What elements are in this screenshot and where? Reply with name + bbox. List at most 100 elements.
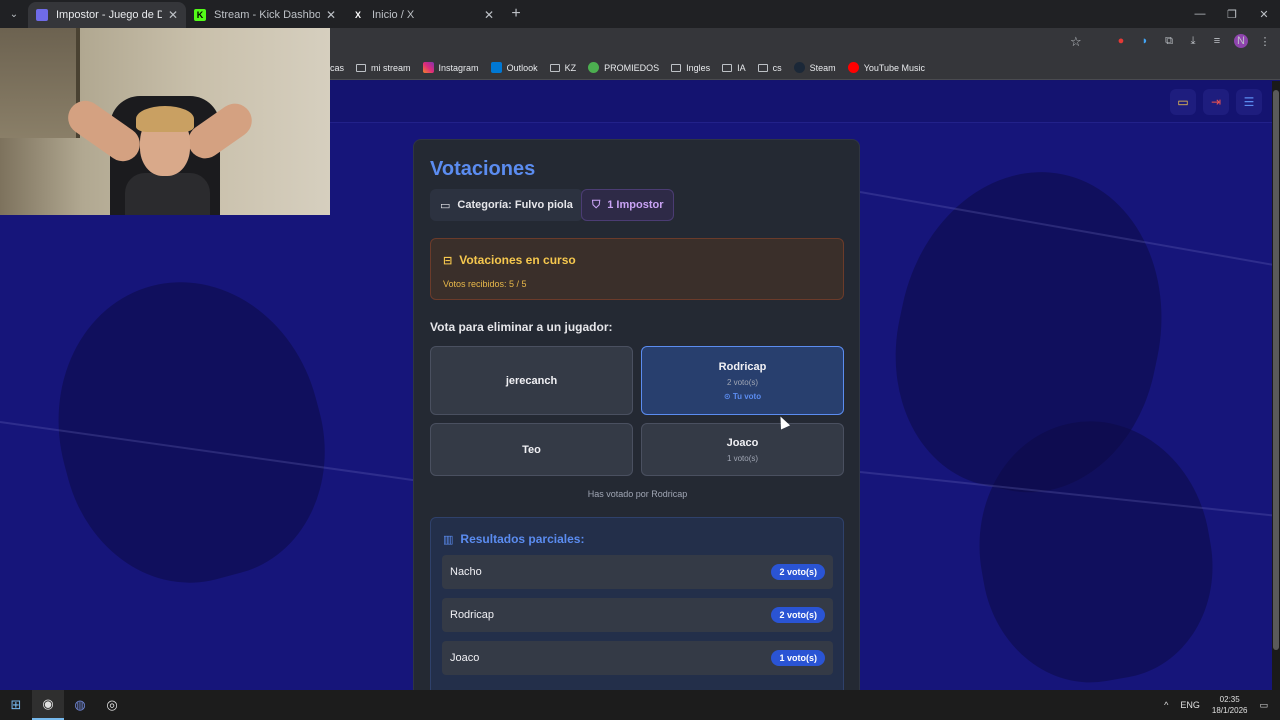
bookmark-folder-ia[interactable]: IA bbox=[722, 63, 746, 73]
minimize-icon[interactable]: — bbox=[1184, 8, 1216, 21]
new-tab-plus-icon[interactable]: + bbox=[502, 5, 530, 23]
discord-taskbar-icon[interactable]: ◍ bbox=[64, 690, 96, 720]
tab-label: Impostor - Juego de Deducción bbox=[56, 9, 162, 21]
folder-icon bbox=[722, 63, 733, 72]
scrollbar-thumb[interactable] bbox=[1273, 90, 1279, 650]
outlook-icon bbox=[490, 62, 502, 73]
chrome-taskbar-icon[interactable]: ◉ bbox=[32, 690, 64, 720]
player-name: Teo bbox=[522, 443, 541, 456]
player-card-teo[interactable]: Teo bbox=[430, 423, 633, 476]
windows-start-icon[interactable]: ⊞ bbox=[0, 690, 32, 720]
impostor-count-chip: ⛉ 1 Impostor bbox=[581, 189, 675, 221]
tab-label: Inicio / X bbox=[372, 9, 415, 21]
check-circle-icon: ⊙ bbox=[723, 391, 733, 401]
player-name: Joaco bbox=[726, 436, 759, 449]
tab-impostor[interactable]: Impostor - Juego de Deducción ✕ bbox=[28, 2, 186, 28]
notifications-icon[interactable]: ▭ bbox=[1259, 700, 1268, 711]
impostor-favicon-icon bbox=[36, 9, 48, 21]
player-card-jerecanch[interactable]: jerecanch bbox=[430, 346, 633, 415]
bar-chart-icon: ▥ bbox=[443, 533, 454, 546]
cast-icon[interactable]: ▭ bbox=[1170, 89, 1196, 115]
tab-search-chevron-icon[interactable]: ⌄ bbox=[0, 0, 28, 28]
bookmark-folder-kz[interactable]: KZ bbox=[549, 63, 576, 73]
tray-chevron-icon[interactable]: ^ bbox=[1164, 700, 1168, 710]
result-player-name: Nacho bbox=[450, 566, 482, 578]
result-vote-badge: 2 voto(s) bbox=[771, 564, 825, 580]
alert-title: ⊟ Votaciones en curso bbox=[443, 253, 576, 267]
folder-icon bbox=[757, 63, 768, 72]
player-votes: 1 voto(s) bbox=[726, 453, 759, 463]
bookmark-folder-mi-stream[interactable]: mi stream bbox=[356, 63, 411, 73]
result-row: Joaco 1 voto(s) bbox=[442, 641, 833, 675]
result-player-name: Rodricap bbox=[450, 609, 495, 621]
download-icon[interactable]: ⤓ bbox=[1186, 34, 1200, 48]
kick-favicon-icon: K bbox=[194, 9, 206, 21]
bookmark-promiedos[interactable]: PROMIEDOS bbox=[588, 62, 659, 73]
votes-received: Votos recibidos: 5 / 5 bbox=[443, 279, 527, 289]
folder-icon bbox=[356, 63, 367, 72]
obs-taskbar-icon[interactable]: ◎ bbox=[96, 690, 128, 720]
folder-icon bbox=[671, 63, 682, 72]
bookmark-steam[interactable]: Steam bbox=[793, 62, 836, 73]
bookmark-folder-cs[interactable]: cs bbox=[757, 63, 782, 73]
bookmark-item[interactable]: cas bbox=[330, 63, 344, 73]
bookmark-instagram[interactable]: Instagram bbox=[422, 62, 479, 73]
language-indicator[interactable]: ENG bbox=[1180, 700, 1200, 710]
ballot-box-icon: ⊟ bbox=[443, 254, 453, 267]
hamburger-menu-icon[interactable]: ☰ bbox=[1236, 89, 1262, 115]
browser-tab-bar: ⌄ Impostor - Juego de Deducción ✕ K Stre… bbox=[0, 0, 1280, 28]
webcam-overlay bbox=[0, 28, 330, 215]
voting-card: Votaciones ▭ Categoría: Fulvo piola ⛉ 1 … bbox=[413, 139, 860, 700]
bookmark-youtube-music[interactable]: YouTube Music bbox=[847, 62, 925, 73]
result-vote-badge: 1 voto(s) bbox=[771, 650, 825, 666]
partial-results-panel: ▥ Resultados parciales: Nacho 2 voto(s) … bbox=[430, 517, 844, 700]
player-card-rodricap[interactable]: Rodricap 2 voto(s) ⊙ Tu voto bbox=[641, 346, 844, 415]
player-name: Rodricap bbox=[718, 360, 767, 373]
category-chip: ▭ Categoría: Fulvo piola bbox=[430, 189, 583, 221]
my-vote-indicator: ⊙ Tu voto bbox=[723, 391, 762, 401]
system-tray: ^ ENG 02:35 18/1/2026 ▭ bbox=[1164, 694, 1280, 716]
player-card-joaco[interactable]: Joaco 1 voto(s) bbox=[641, 423, 844, 476]
bookmark-star-icon[interactable]: ☆ bbox=[1070, 34, 1082, 50]
promiedos-icon bbox=[588, 62, 600, 73]
logout-icon[interactable]: ⇥ bbox=[1203, 89, 1229, 115]
result-vote-badge: 2 voto(s) bbox=[771, 607, 825, 623]
browser-menu-icon[interactable]: ⋮ bbox=[1258, 34, 1272, 48]
vote-prompt: Vota para eliminar a un jugador: bbox=[430, 320, 613, 334]
results-title: ▥ Resultados parciales: bbox=[443, 532, 585, 546]
webcam-body-shape bbox=[125, 173, 210, 215]
close-icon[interactable]: ✕ bbox=[484, 8, 494, 22]
voted-for-text: Has votado por Rodricap bbox=[587, 489, 688, 499]
media-control-icon[interactable]: ≡ bbox=[1210, 34, 1224, 48]
extension-red-icon[interactable]: ● bbox=[1114, 34, 1128, 48]
clock[interactable]: 02:35 18/1/2026 bbox=[1212, 694, 1248, 716]
impostor-count-label: 1 Impostor bbox=[607, 199, 664, 211]
bookmark-folder-ingles[interactable]: Ingles bbox=[671, 63, 710, 73]
folder-icon: ▭ bbox=[440, 199, 451, 212]
result-row: Nacho 2 voto(s) bbox=[442, 555, 833, 589]
tab-label: Stream - Kick Dashboard bbox=[214, 9, 320, 21]
youtube-music-icon bbox=[847, 62, 859, 73]
result-row: Rodricap 2 voto(s) bbox=[442, 598, 833, 632]
result-player-name: Joaco bbox=[450, 652, 480, 664]
category-label: Categoría: Fulvo piola bbox=[457, 199, 573, 211]
extensions-puzzle-icon[interactable]: ⧉ bbox=[1162, 34, 1176, 48]
player-name: jerecanch bbox=[505, 374, 558, 387]
x-favicon-icon: X bbox=[354, 10, 361, 20]
bookmark-outlook[interactable]: Outlook bbox=[490, 62, 538, 73]
extension-audio-icon[interactable]: ◗ bbox=[1138, 34, 1152, 48]
tab-kick-dashboard[interactable]: K Stream - Kick Dashboard ✕ bbox=[186, 2, 344, 28]
window-close-icon[interactable]: ✕ bbox=[1248, 8, 1280, 21]
close-icon[interactable]: ✕ bbox=[326, 8, 336, 22]
player-votes: 2 voto(s) bbox=[726, 377, 759, 387]
instagram-icon bbox=[422, 62, 434, 73]
folder-icon bbox=[549, 63, 560, 72]
profile-avatar[interactable]: N bbox=[1234, 34, 1248, 48]
steam-icon bbox=[793, 62, 805, 73]
tab-x[interactable]: X Inicio / X ✕ bbox=[344, 2, 502, 28]
restore-icon[interactable]: ❐ bbox=[1216, 8, 1248, 21]
webcam-hair-shape bbox=[136, 106, 194, 132]
page-title: Votaciones bbox=[430, 158, 536, 180]
shield-icon: ⛉ bbox=[592, 198, 601, 211]
close-icon[interactable]: ✕ bbox=[168, 8, 178, 22]
